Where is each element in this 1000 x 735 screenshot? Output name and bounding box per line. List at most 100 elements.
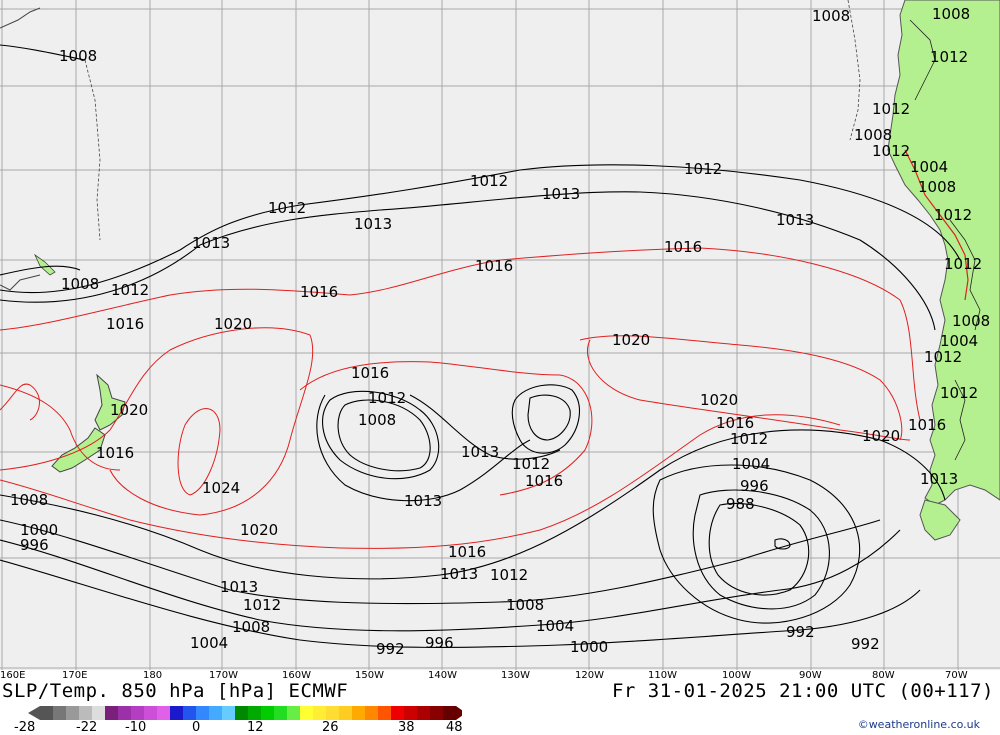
isobar-label: 992 (376, 640, 405, 658)
isobar-label: 1013 (776, 211, 814, 229)
isobar-label: 1012 (730, 430, 768, 448)
scale-cell (352, 706, 365, 720)
scale-cell (235, 706, 248, 720)
isobar-label: 1013 (542, 185, 580, 203)
isobar-label: 1012 (470, 172, 508, 190)
chart-title: SLP/Temp. 850 hPa [hPa] ECMWF (2, 680, 349, 702)
isobar-label: 1020 (612, 331, 650, 349)
isobar-label: 1013 (461, 443, 499, 461)
isobar-label: 1000 (570, 638, 608, 656)
scale-cell (196, 706, 209, 720)
isobar-label: 1016 (525, 472, 563, 490)
isobar-label: 1016 (448, 543, 486, 561)
scale-cell (313, 706, 326, 720)
scale-cells (28, 706, 462, 720)
isobar-label: 1020 (110, 401, 148, 419)
isobar-label: 1012 (268, 199, 306, 217)
scale-cell (170, 706, 183, 720)
isobar-label: 996 (20, 536, 49, 554)
longitude-label: 130W (501, 670, 530, 681)
isobar-label: 1020 (700, 391, 738, 409)
isobar-label: 1013 (920, 470, 958, 488)
scale-cell (40, 706, 53, 720)
isobar-label: 1008 (932, 5, 970, 23)
scale-cell (248, 706, 261, 720)
isobar-label: 1008 (358, 411, 396, 429)
scale-cell (287, 706, 300, 720)
isobar-label: 988 (726, 495, 755, 513)
scale-cell (144, 706, 157, 720)
isobar-label: 1020 (214, 315, 252, 333)
isobar-label: 1013 (404, 492, 442, 510)
isobar-label: 1013 (440, 565, 478, 583)
temperature-color-scale (28, 706, 462, 720)
isobar-label: 1008 (506, 596, 544, 614)
scale-cell (417, 706, 430, 720)
isobar-label: 1012 (243, 596, 281, 614)
isobar-label: 1012 (944, 255, 982, 273)
isobar-label: 1012 (940, 384, 978, 402)
scale-cell (404, 706, 417, 720)
isobar-label: 1016 (300, 283, 338, 301)
isobar-label: 1012 (684, 160, 722, 178)
scale-cell (274, 706, 287, 720)
isobar-label: 1024 (202, 479, 240, 497)
scale-cell (79, 706, 92, 720)
isobar-label: 1004 (732, 455, 770, 473)
isobar-label: 1012 (111, 281, 149, 299)
isobar-label: 996 (740, 477, 769, 495)
isobar-label: 1012 (368, 389, 406, 407)
scale-cell (157, 706, 170, 720)
isobar-label: 996 (425, 634, 454, 652)
scale-cell (66, 706, 79, 720)
scale-cell (300, 706, 313, 720)
scale-cell (339, 706, 352, 720)
isobar-label: 1004 (536, 617, 574, 635)
scale-cell (105, 706, 118, 720)
scale-cell (365, 706, 378, 720)
scale-cell (118, 706, 131, 720)
credit-link[interactable]: ©weatheronline.co.uk (858, 718, 980, 731)
isobar-label: 1008 (10, 491, 48, 509)
scale-cell (261, 706, 274, 720)
longitude-label: 150W (355, 670, 384, 681)
scale-cell (443, 706, 456, 720)
isobar-label: 1016 (106, 315, 144, 333)
isobar-label: 1012 (924, 348, 962, 366)
scale-cell (209, 706, 222, 720)
isobar-label: 1013 (354, 215, 392, 233)
scale-cell (378, 706, 391, 720)
scale-arrow-right (456, 706, 462, 720)
isobar-label: 1012 (512, 455, 550, 473)
scale-cell (326, 706, 339, 720)
footer-bar: 160E 170E 180 170W 160W 150W 140W 130W 1… (0, 670, 1000, 735)
scale-cell (222, 706, 235, 720)
scale-cell (131, 706, 144, 720)
isobar-label: 1013 (220, 578, 258, 596)
isobar-label: 1008 (59, 47, 97, 65)
isobar-label: 1004 (910, 158, 948, 176)
isobar-label: 1012 (490, 566, 528, 584)
longitude-label: 140W (428, 670, 457, 681)
isobar-label: 1012 (930, 48, 968, 66)
isobar-label: 1008 (812, 7, 850, 25)
forecast-time: Fr 31-01-2025 21:00 UTC (00+117) (611, 680, 994, 702)
scale-labels: -28 -22 -10 0 12 26 38 48 (0, 720, 480, 735)
isobar-label: 992 (851, 635, 880, 653)
isobar-label: 1008 (61, 275, 99, 293)
map-canvas: 1008 1008 1008 1012 1012 1008 1012 1004 … (0, 0, 1000, 670)
scale-arrow-left (28, 706, 40, 720)
longitude-label: 120W (575, 670, 604, 681)
isobar-label: 1012 (934, 206, 972, 224)
isobar-label: 1016 (908, 416, 946, 434)
scale-cell (430, 706, 443, 720)
isobar-label: 1008 (952, 312, 990, 330)
isobar-label: 1016 (475, 257, 513, 275)
scale-cell (391, 706, 404, 720)
isobar-label: 1012 (872, 100, 910, 118)
isobar-label: 1016 (351, 364, 389, 382)
isobar-label: 992 (786, 623, 815, 641)
isobar-label: 1004 (190, 634, 228, 652)
isobar-label: 1020 (240, 521, 278, 539)
isobar-label: 1008 (918, 178, 956, 196)
